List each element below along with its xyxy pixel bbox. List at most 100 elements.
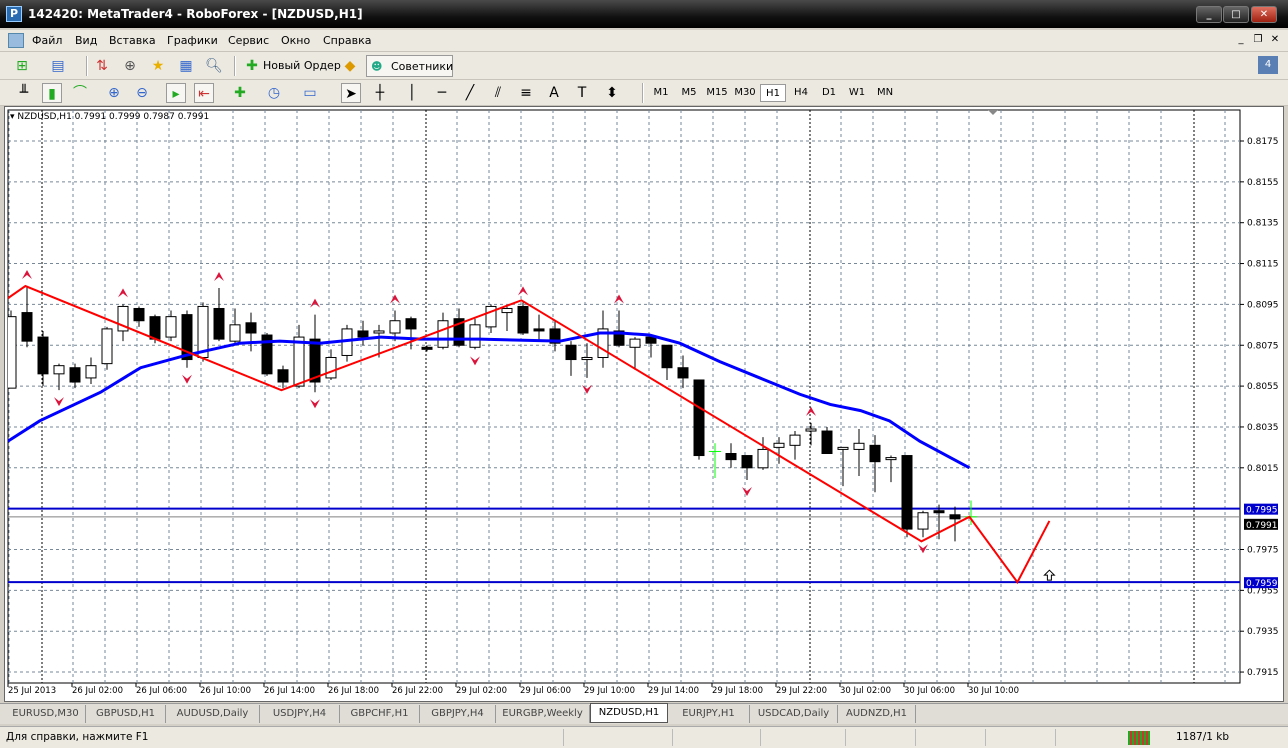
new-chart-icon[interactable]: ⊞ — [12, 56, 32, 76]
candle-body — [373, 330, 385, 334]
favorites-icon[interactable]: ★ — [148, 56, 168, 76]
tab-audnzd-h1[interactable]: AUDNZD,H1 — [838, 705, 916, 723]
vertical-line-icon[interactable]: │ — [402, 83, 422, 103]
timeframe-h1[interactable]: H1 — [760, 84, 786, 102]
trendline-icon[interactable]: ╱ — [460, 83, 480, 103]
tab-gbpchf-h1[interactable]: GBPCHF,H1 — [340, 705, 420, 723]
warning-icon[interactable]: ◆ — [340, 56, 360, 76]
bar-chart-icon[interactable]: ╨ — [14, 83, 34, 103]
tab-audusd-daily[interactable]: AUDUSD,Daily — [166, 705, 260, 723]
text-icon[interactable]: A — [544, 83, 564, 103]
tab-nzdusd-h1[interactable]: NZDUSD,H1 — [590, 703, 668, 723]
candle-body — [821, 430, 833, 455]
price-chart[interactable]: 0.8175 0.8155 0.8135 0.8115 0.8095 0.8075 0.80… — [0, 106, 1288, 703]
mdi-restore-icon[interactable]: ❐ — [1251, 34, 1265, 47]
timeframe-h4[interactable]: H4 — [788, 84, 814, 102]
candle-body — [389, 320, 401, 334]
charts-toolbar: ╨ ▮ ⌒ ⊕ ⊖ ▸ ⇤ ✚ ◷ ▭ ➤ ┼ │ ─ ╱ ⫽ ≡ A T ⬍ … — [0, 80, 1288, 106]
status-help: Для справки, нажмите F1 — [6, 731, 149, 743]
new-order-button[interactable]: Новый Ордер — [259, 55, 345, 77]
line-chart-icon[interactable]: ⌒ — [70, 83, 90, 103]
chart-window-icon[interactable] — [8, 33, 24, 48]
timeframe-d1[interactable]: D1 — [816, 84, 842, 102]
timeframe-m1[interactable]: M1 — [648, 84, 674, 102]
separator — [86, 56, 88, 76]
candle-body — [869, 444, 881, 463]
status-divider — [760, 729, 761, 746]
tab-gbpjpy-h4[interactable]: GBPJPY,H4 — [420, 705, 496, 723]
status-divider — [845, 729, 846, 746]
tab-gbpusd-h1[interactable]: GBPUSD,H1 — [86, 705, 166, 723]
price-label-upper: 0.7995 — [1246, 506, 1278, 516]
time-label: 26 Jul 22:00 — [392, 686, 443, 696]
time-label: 26 Jul 06:00 — [136, 686, 187, 696]
fibonacci-icon[interactable]: ≡ — [516, 83, 536, 103]
market-watch-icon[interactable]: ⇅ — [92, 56, 112, 76]
profiles-icon[interactable]: ▤ — [48, 56, 68, 76]
candle-body — [629, 338, 641, 348]
status-divider — [563, 729, 564, 746]
notifications-icon[interactable]: 4 — [1258, 56, 1278, 74]
candle-body — [165, 316, 177, 338]
menu-help[interactable]: Справка — [323, 34, 371, 47]
timeframe-m5[interactable]: M5 — [676, 84, 702, 102]
candlestick-icon[interactable]: ▮ — [42, 83, 62, 103]
menu-charts[interactable]: Графики — [167, 34, 218, 47]
arrows-icon[interactable]: ⬍ — [602, 83, 622, 103]
candle-body — [69, 367, 81, 383]
candle-body — [741, 455, 753, 469]
horizontal-line-icon[interactable]: ─ — [432, 83, 452, 103]
tab-eurgbp-weekly[interactable]: EURGBP,Weekly — [496, 705, 590, 723]
mdi-close-icon[interactable]: ✕ — [1268, 34, 1282, 47]
periods-icon[interactable]: ◷ — [264, 83, 284, 103]
menu-window[interactable]: Окно — [281, 34, 310, 47]
candle-body — [917, 512, 929, 530]
tab-usdjpy-h4[interactable]: USDJPY,H4 — [260, 705, 340, 723]
zoom-out-icon[interactable]: ⊖ — [132, 83, 152, 103]
experts-button[interactable]: ☻ Советники — [366, 55, 453, 77]
cursor-icon[interactable]: ➤ — [341, 83, 361, 103]
close-button[interactable]: ✕ — [1251, 6, 1277, 23]
minimize-button[interactable]: _ — [1196, 6, 1222, 23]
tab-eurjpy-h1[interactable]: EURJPY,H1 — [668, 705, 750, 723]
terminal-icon[interactable]: ▦ — [176, 56, 196, 76]
tab-usdcad-daily[interactable]: USDCAD,Daily — [750, 705, 838, 723]
candle-body — [325, 357, 337, 379]
timeframe-m15[interactable]: M15 — [704, 84, 730, 102]
connection-status-icon[interactable] — [1128, 731, 1150, 745]
traffic-readout: 1187/1 kb — [1176, 731, 1230, 743]
time-label: 29 Jul 18:00 — [712, 686, 763, 696]
price-label: 0.7915 — [1247, 668, 1279, 678]
indicators-icon[interactable]: ✚ — [230, 83, 250, 103]
candle-body — [149, 316, 161, 340]
crosshair-icon[interactable]: ┼ — [370, 83, 390, 103]
candle-body — [645, 336, 657, 344]
menu-view[interactable]: Вид — [75, 34, 97, 47]
tab-eurusd-m30[interactable]: EURUSD,M30 — [6, 705, 86, 723]
candle-body — [517, 305, 529, 334]
separator — [642, 83, 644, 103]
candle-body — [213, 307, 225, 340]
templates-icon[interactable]: ▭ — [300, 83, 320, 103]
menu-tools[interactable]: Сервис — [228, 34, 269, 47]
timeframe-m30[interactable]: M30 — [732, 84, 758, 102]
candle-body — [21, 312, 33, 342]
text-label-icon[interactable]: T — [572, 83, 592, 103]
timeframe-mn[interactable]: MN — [872, 84, 898, 102]
time-label: 29 Jul 22:00 — [776, 686, 827, 696]
menu-file[interactable]: Файл — [32, 34, 62, 47]
equidistant-channel-icon[interactable]: ⫽ — [488, 83, 508, 103]
candle-body — [357, 330, 369, 338]
navigator-icon[interactable]: ⊕ — [120, 56, 140, 76]
autoscroll-icon[interactable]: ▸ — [166, 83, 186, 103]
candle-body — [901, 455, 913, 530]
timeframe-w1[interactable]: W1 — [844, 84, 870, 102]
menu-insert[interactable]: Вставка — [109, 34, 156, 47]
maximize-button[interactable]: □ — [1223, 6, 1249, 23]
mdi-minimize-icon[interactable]: _ — [1234, 34, 1248, 47]
time-label: 25 Jul 2013 — [8, 686, 56, 696]
strategy-tester-icon[interactable]: 🔍︎ — [204, 56, 224, 76]
price-label: 0.8075 — [1247, 341, 1279, 351]
chart-shift-icon[interactable]: ⇤ — [194, 83, 214, 103]
zoom-in-icon[interactable]: ⊕ — [104, 83, 124, 103]
